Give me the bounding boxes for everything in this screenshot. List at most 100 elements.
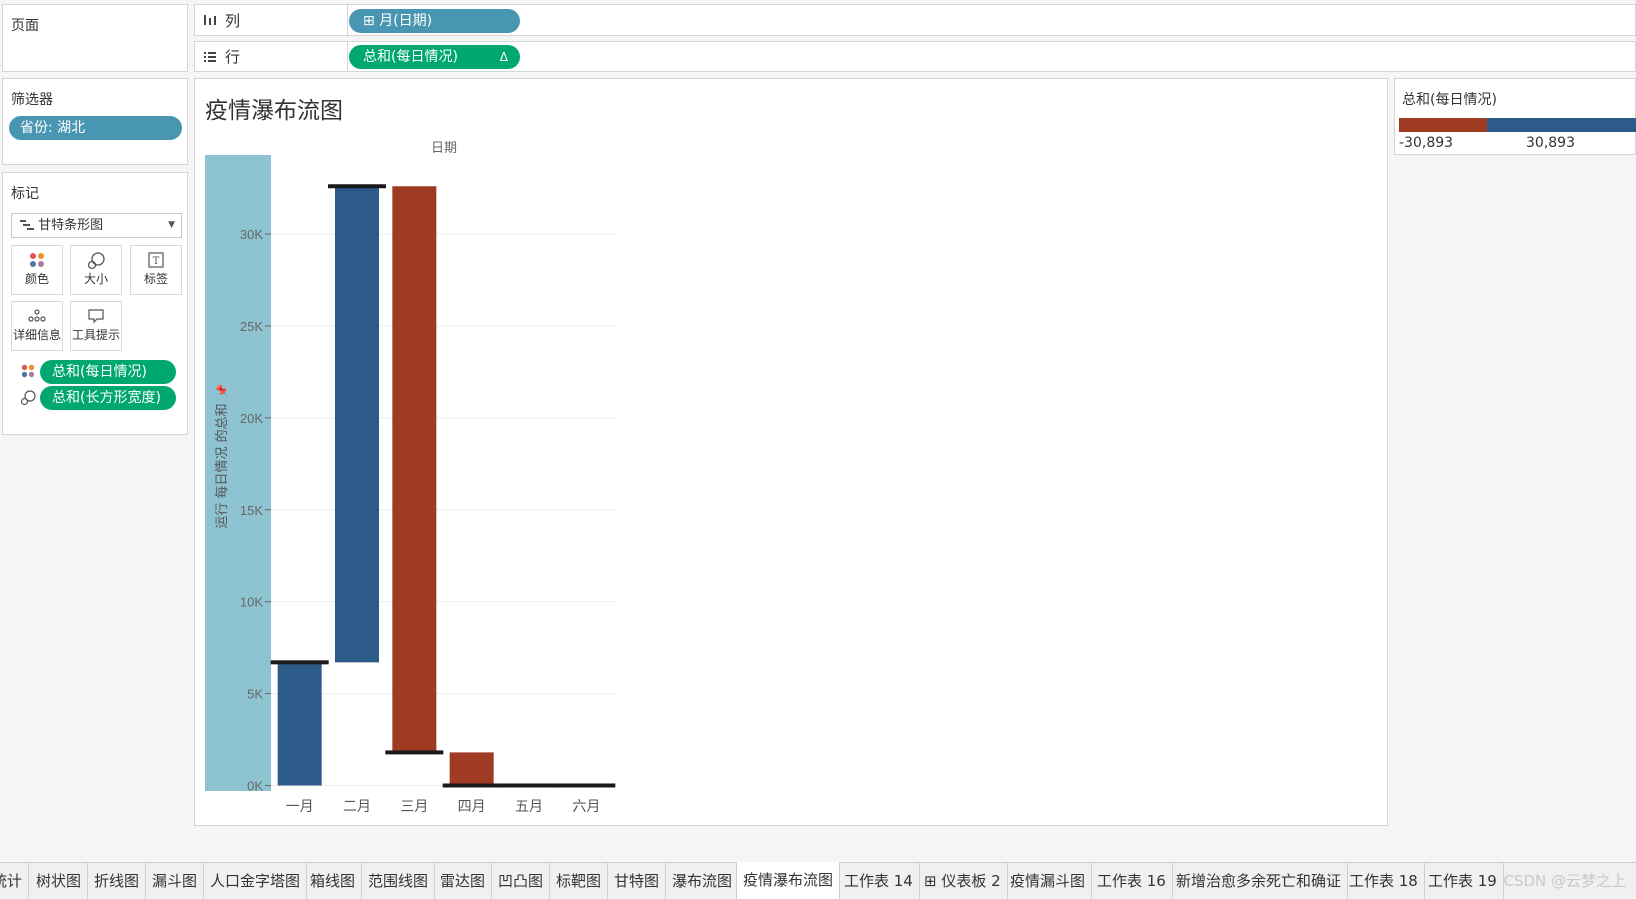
- color-icon: [12, 246, 62, 272]
- shelf-separator: [347, 5, 348, 35]
- sheet-tab-bar: 统计 树状图 折线图 漏斗图 人口金字塔图 箱线图 范围线图 雷达图 凹凸图 标…: [0, 862, 1636, 899]
- color-label: 颜色: [24, 272, 49, 286]
- tooltip-button[interactable]: 工具提示: [70, 301, 122, 351]
- sheet-tab[interactable]: 树状图: [30, 863, 89, 899]
- rows-icon: [204, 51, 216, 62]
- columns-icon: [204, 15, 216, 25]
- sheet-tab[interactable]: 工作表 16: [1091, 863, 1173, 899]
- detail-icon: [12, 302, 62, 328]
- legend-min-label: -30,893: [1399, 135, 1454, 151]
- rows-label-text: 行: [225, 48, 241, 66]
- sheet-tab[interactable]: 漏斗图: [146, 863, 205, 899]
- waterfall-bar: [392, 186, 437, 753]
- sheet-tab[interactable]: 人口金字塔图: [204, 863, 308, 899]
- sheet-tab[interactable]: 折线图: [88, 863, 147, 899]
- marks-title: 标记: [11, 186, 39, 202]
- view-area[interactable]: 疫情瀑布流图 日期 0K 5K 10K 15K 20K 25K 30K 运行 每日情况 的总和…: [194, 78, 1388, 826]
- sheet-tab[interactable]: 工作表 18: [1343, 863, 1425, 899]
- detail-button[interactable]: 详细信息: [11, 301, 63, 351]
- pages-card[interactable]: 页面: [2, 4, 188, 72]
- x-tick-label: 三月: [400, 799, 428, 815]
- tooltip-label: 工具提示: [71, 328, 120, 342]
- marks-field-rect-width[interactable]: 总和(长方形宽度): [40, 386, 176, 410]
- sheet-tab[interactable]: 范围线图: [362, 863, 436, 899]
- y-tick-label: 10K: [240, 595, 263, 610]
- mark-type-label: 甘特条形图: [38, 218, 104, 233]
- delta-icon: Δ: [499, 50, 508, 64]
- marks-field-sum-daily[interactable]: 总和(每日情况): [40, 360, 176, 384]
- pin-icon: 📌: [215, 384, 229, 398]
- waterfall-bar: [449, 752, 494, 786]
- y-tick-label: 25K: [240, 319, 263, 334]
- svg-text:T: T: [153, 256, 160, 267]
- size-icon: [71, 246, 121, 272]
- sheet-tab[interactable]: 标靶图: [550, 863, 609, 899]
- label-button[interactable]: T 标签: [130, 245, 182, 295]
- sheet-tab[interactable]: 工作表 19: [1422, 863, 1504, 899]
- x-tick-label: 二月: [343, 799, 371, 815]
- filter-pill-province[interactable]: 省份: 湖北: [9, 116, 182, 140]
- sheet-tab[interactable]: 箱线图: [304, 863, 363, 899]
- sheet-tab[interactable]: 雷达图: [434, 863, 493, 899]
- shelf-separator: [347, 42, 348, 71]
- running-total-marker: [385, 750, 444, 755]
- legend-gradient-positive: [1487, 118, 1636, 132]
- y-tick-label: 5K: [247, 687, 263, 702]
- rows-shelf-label: 行: [203, 42, 240, 71]
- waterfall-bar: [335, 186, 379, 663]
- pages-title: 页面: [11, 18, 39, 34]
- running-total-marker: [328, 184, 386, 189]
- color-button[interactable]: 颜色: [11, 245, 63, 295]
- sheet-tab[interactable]: 工作表 14: [838, 863, 920, 899]
- color-icon: [21, 364, 35, 382]
- row-pill-label: 总和(每日情况): [363, 49, 458, 65]
- sheet-tab[interactable]: 疫情漏斗图: [1004, 863, 1093, 899]
- running-total-marker: [557, 783, 616, 788]
- legend-title: 总和(每日情况): [1402, 92, 1497, 108]
- x-tick-label: 一月: [286, 799, 314, 815]
- filters-card[interactable]: 筛选器 省份: 湖北: [2, 78, 188, 165]
- waterfall-bar: [277, 662, 322, 786]
- detail-label: 详细信息: [12, 328, 61, 342]
- gantt-icon: [20, 220, 34, 230]
- sheet-tab[interactable]: 统计: [0, 863, 30, 899]
- size-button[interactable]: 大小: [70, 245, 122, 295]
- rows-shelf[interactable]: 行 总和(每日情况) Δ: [194, 41, 1636, 72]
- sheet-tab[interactable]: 凹凸图: [492, 863, 551, 899]
- columns-shelf-label: 列: [203, 5, 240, 35]
- sheet-tab[interactable]: 新增治愈多余死亡和确证: [1170, 863, 1349, 899]
- y-tick-label: 15K: [240, 503, 263, 518]
- row-pill-sum-daily[interactable]: 总和(每日情况) Δ: [349, 45, 520, 69]
- running-total-marker: [442, 783, 501, 788]
- dashboard-tab[interactable]: ⊞ 仪表板 2: [918, 863, 1008, 899]
- columns-shelf[interactable]: 列 ⊞ 月(日期): [194, 4, 1636, 36]
- y-tick-label: 0K: [247, 778, 263, 793]
- watermark: CSDN @云梦之上: [1503, 872, 1626, 890]
- filters-title: 筛选器: [11, 92, 53, 108]
- label-icon: T: [131, 246, 181, 272]
- x-tick-label: 六月: [572, 799, 600, 815]
- column-pill-month[interactable]: ⊞ 月(日期): [349, 9, 520, 33]
- tooltip-icon: [71, 302, 121, 328]
- label-label: 标签: [143, 272, 168, 286]
- chevron-down-icon: ▼: [168, 220, 175, 230]
- x-tick-label: 五月: [515, 799, 543, 815]
- sheet-tab-active[interactable]: 疫情瀑布流图: [736, 862, 841, 899]
- marks-card[interactable]: 标记 甘特条形图 ▼ 颜色 大小 T 标签 详细信息 工具提示 总和(每日情况)…: [2, 172, 188, 435]
- mark-type-dropdown[interactable]: 甘特条形图 ▼: [11, 213, 182, 238]
- waterfall-chart[interactable]: 0K 5K 10K 15K 20K 25K 30K 运行 每日情况 的总和 📌 一月 二月 三月 四月 五…: [195, 79, 1389, 827]
- sheet-tab[interactable]: 瀑布流图: [666, 863, 740, 899]
- running-total-marker: [270, 660, 329, 665]
- legend-max-label: 30,893: [1526, 135, 1575, 151]
- y-tick-label: 20K: [240, 411, 263, 426]
- color-legend[interactable]: 总和(每日情况) -30,893 30,893: [1394, 78, 1636, 155]
- y-axis-label: 运行 每日情况 的总和: [214, 403, 230, 528]
- y-tick-label: 30K: [240, 227, 263, 242]
- columns-label-text: 列: [225, 11, 241, 30]
- sheet-tab[interactable]: 甘特图: [608, 863, 667, 899]
- x-tick-label: 四月: [458, 799, 486, 815]
- running-total-marker: [500, 783, 558, 788]
- size-icon: [20, 390, 36, 410]
- size-label: 大小: [83, 272, 108, 286]
- legend-gradient-negative: [1399, 118, 1487, 132]
